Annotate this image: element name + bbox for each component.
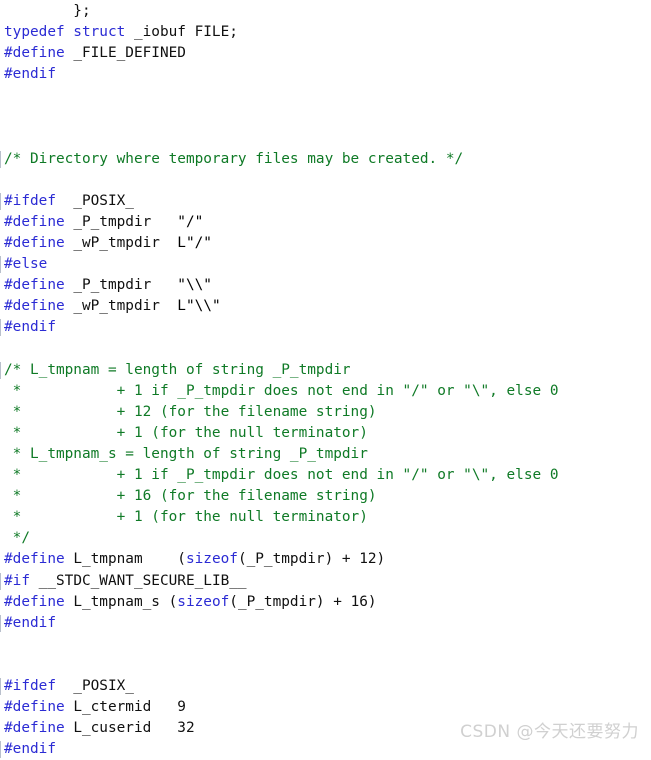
code-line[interactable]: ​: [0, 339, 651, 360]
code-token-plain: _POSIX_: [55, 192, 134, 209]
code-token-kw: sizeof: [177, 593, 230, 610]
code-token-pp: #define: [4, 277, 65, 294]
code-token-plain: (_P_tmpdir) + 12): [237, 551, 386, 568]
code-token-pp: #define: [4, 551, 65, 568]
code-token-pp: #define: [4, 298, 65, 315]
code-line[interactable]: #define _P_tmpdir "/": [0, 212, 651, 233]
code-token-plain: L_ctermid 9: [64, 699, 186, 716]
code-token-pp: #if: [4, 572, 30, 589]
code-token-plain: _wP_tmpdir: [64, 235, 178, 252]
code-line[interactable]: * + 1 (for the null terminator): [0, 507, 651, 528]
code-token-plain: _P_tmpdir: [64, 277, 178, 294]
code-line[interactable]: ​: [0, 655, 651, 676]
code-line[interactable]: #define L_tmpnam (sizeof(_P_tmpdir) + 12…: [0, 549, 651, 570]
code-token-pp: #endif: [4, 66, 56, 83]
code-line[interactable]: ​: [0, 634, 651, 655]
csdn-watermark: CSDN @今天还要努力: [460, 722, 639, 742]
code-token-plain: L_tmpnam_s (: [64, 593, 178, 610]
code-line[interactable]: * + 1 if _P_tmpdir does not end in "/" o…: [0, 465, 651, 486]
code-line[interactable]: /* Directory where temporary files may b…: [0, 149, 651, 170]
code-line[interactable]: ​: [0, 128, 651, 149]
code-line[interactable]: #if __STDC_WANT_SECURE_LIB__: [0, 571, 651, 592]
code-token-pp: #define: [4, 720, 65, 737]
code-line[interactable]: #define _P_tmpdir "\\": [0, 275, 651, 296]
code-token-comment: * + 1 if _P_tmpdir does not end in "/" o…: [4, 467, 559, 484]
code-token-pp: #define: [4, 699, 65, 716]
code-line[interactable]: #define L_tmpnam_s (sizeof(_P_tmpdir) + …: [0, 592, 651, 613]
code-token-plain: L_cuserid 32: [64, 720, 195, 737]
code-token-plain: _wP_tmpdir: [64, 298, 178, 315]
code-token-comment: * + 16 (for the filename string): [4, 488, 377, 505]
code-token-pp: #endif: [4, 319, 56, 336]
code-line[interactable]: #endif: [0, 317, 651, 338]
code-token-kw: typedef struct: [4, 24, 126, 41]
code-line[interactable]: #define _FILE_DEFINED: [0, 43, 651, 64]
code-line[interactable]: #endif: [0, 739, 651, 760]
code-token-comment: */: [4, 530, 30, 547]
code-token-plain: _P_tmpdir: [64, 213, 178, 230]
code-token-plain: (_P_tmpdir) + 16): [229, 593, 377, 610]
code-line[interactable]: /* L_tmpnam = length of string _P_tmpdir: [0, 360, 651, 381]
code-token-pp: #ifdef: [4, 192, 56, 209]
code-line[interactable]: #define _wP_tmpdir L"/": [0, 233, 651, 254]
code-token-plain: L_tmpnam (: [64, 551, 186, 568]
code-token-plain: };: [4, 3, 91, 19]
code-token-comment: * + 1 if _P_tmpdir does not end in "/" o…: [4, 382, 559, 399]
code-line[interactable]: * L_tmpnam_s = length of string _P_tmpdi…: [0, 444, 651, 465]
code-line[interactable]: * + 16 (for the filename string): [0, 486, 651, 507]
code-line[interactable]: #define L_ctermid 9: [0, 697, 651, 718]
code-line[interactable]: ​: [0, 85, 651, 106]
code-token-comment: /* L_tmpnam = length of string _P_tmpdir: [4, 361, 351, 378]
code-token-pp: #endif: [4, 614, 56, 631]
code-token-str: "\\": [177, 277, 212, 294]
code-token-kw: sizeof: [185, 551, 238, 568]
code-line[interactable]: #ifdef _POSIX_: [0, 676, 651, 697]
code-token-plain: __STDC_WANT_SECURE_LIB__: [30, 572, 247, 589]
code-token-plain: _FILE_DEFINED: [64, 45, 186, 62]
code-token-comment: /* Directory where temporary files may b…: [4, 150, 464, 167]
code-line[interactable]: #ifdef _POSIX_: [0, 191, 651, 212]
code-token-str: L"\\": [177, 298, 221, 315]
code-token-comment: * L_tmpnam_s = length of string _P_tmpdi…: [4, 445, 368, 462]
code-token-pp: #define: [4, 45, 65, 62]
code-line[interactable]: };: [0, 1, 651, 22]
code-token-pp: #else: [4, 256, 48, 273]
code-token-comment: * + 12 (for the filename string): [4, 403, 377, 420]
code-editor-view[interactable]: }; typedef struct _iobuf FILE; #define _FI…: [0, 0, 651, 759]
code-line[interactable]: #endif: [0, 64, 651, 85]
code-line[interactable]: typedef struct _iobuf FILE;: [0, 22, 651, 43]
code-token-pp: #ifdef: [4, 678, 56, 694]
code-token-comment: * + 1 (for the null terminator): [4, 509, 368, 526]
code-token-str: L"/": [177, 235, 212, 252]
code-token-plain: _iobuf FILE;: [125, 24, 238, 41]
code-line[interactable]: * + 12 (for the filename string): [0, 402, 651, 423]
code-line[interactable]: #endif: [0, 613, 651, 634]
code-line[interactable]: #else: [0, 254, 651, 275]
code-line[interactable]: #define _wP_tmpdir L"\\": [0, 296, 651, 317]
code-line[interactable]: * + 1 (for the null terminator): [0, 423, 651, 444]
code-token-pp: #define: [4, 593, 65, 610]
code-line[interactable]: ​: [0, 170, 651, 191]
code-token-pp: #define: [4, 235, 65, 252]
code-line[interactable]: * + 1 if _P_tmpdir does not end in "/" o…: [0, 381, 651, 402]
code-token-str: "/": [177, 213, 204, 230]
code-token-comment: * + 1 (for the null terminator): [4, 424, 368, 441]
code-token-plain: _POSIX_: [55, 678, 134, 694]
code-line[interactable]: */: [0, 528, 651, 549]
code-token-pp: #endif: [4, 741, 56, 758]
code-token-pp: #define: [4, 213, 65, 230]
code-line[interactable]: ​: [0, 106, 651, 127]
